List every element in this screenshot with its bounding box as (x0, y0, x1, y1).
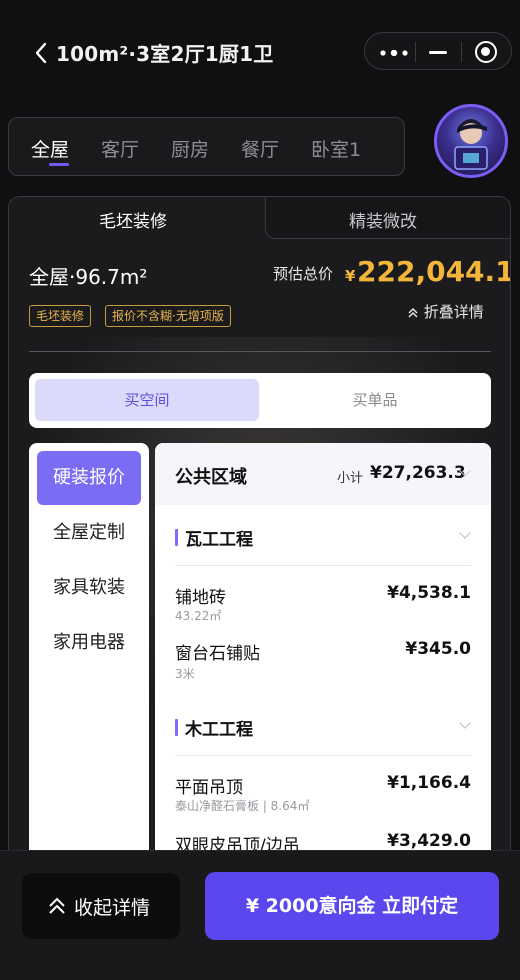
category-custom-furniture[interactable]: 全屋定制 (37, 506, 141, 560)
category-appliances[interactable]: 家用电器 (37, 616, 141, 670)
item-spec: 43.22㎡ (175, 609, 222, 623)
item-price: ¥3,429.0 (387, 831, 471, 851)
bottom-action-bar: 收起详情 ¥ 2000意向金 立即付定 (0, 850, 520, 980)
collapse-details-button[interactable]: 收起详情 (22, 873, 180, 939)
currency-symbol: ¥ (345, 267, 356, 285)
section-marker (175, 719, 178, 736)
capsule-divider (461, 42, 462, 62)
tab-fine-renovation[interactable]: 精装微改 (349, 207, 417, 232)
pay-deposit-button[interactable]: ¥ 2000意向金 立即付定 (205, 872, 499, 940)
section-title-carpentry: 木工工程 (185, 720, 253, 740)
segmented-control: 买空间 买单品 (29, 373, 491, 428)
category-menu: 硬装报价 全屋定制 家具软装 家用电器 (29, 443, 149, 895)
subtotal-value: ¥27,263.3 (370, 463, 466, 483)
miniprogram-capsule (364, 32, 512, 70)
page-title: 100m²·3室2厅1厨1卫 (56, 42, 274, 66)
tag-no-extra-fees: 报价不含糊·无增项版 (105, 305, 231, 327)
active-tab-underline (49, 163, 69, 166)
divider (29, 351, 491, 352)
room-tabs: 全屋 客厅 厨房 餐厅 卧室1 (8, 117, 405, 176)
tab-whole-house[interactable]: 全屋 (31, 135, 69, 162)
quote-detail-list: 公共区域 小计 ¥27,263.3 瓦工工程 铺地砖 43.22㎡ ¥4,538… (155, 443, 491, 895)
assistant-avatar[interactable] (434, 104, 508, 178)
estimate-label: 预估总价 (273, 265, 334, 283)
item-price: ¥4,538.1 (387, 583, 471, 603)
segment-buy-single[interactable]: 买单品 (265, 379, 485, 421)
fold-details-label: 折叠详情 (423, 303, 484, 321)
tag-rough: 毛坯装修 (29, 305, 92, 327)
tab-kitchen[interactable]: 厨房 (171, 135, 209, 162)
quote-panel: 毛坯装修 精装微改 全屋·96.7m² 预估总价 ¥ 222,044.1 毛坯装… (8, 196, 511, 896)
double-chevron-up-icon (49, 897, 65, 914)
area-label: 全屋·96.7m² (29, 265, 148, 289)
collapse-details-label: 收起详情 (74, 897, 151, 919)
nav-header: 100m²·3室2厅1厨1卫 (0, 28, 520, 78)
segment-buy-space[interactable]: 买空间 (35, 379, 259, 421)
item-name: 平面吊顶 (175, 778, 243, 798)
item-price: ¥345.0 (405, 639, 471, 659)
total-price: 222,044.1 (357, 255, 511, 288)
back-arrow-icon[interactable] (32, 40, 52, 66)
avatar-illustration-icon (454, 119, 488, 170)
item-name: 铺地砖 (175, 588, 226, 608)
double-chevron-up-icon (408, 307, 418, 318)
close-target-icon[interactable] (475, 41, 497, 63)
tab-bedroom-1[interactable]: 卧室1 (311, 135, 361, 162)
item-spec: 3米 (175, 667, 195, 681)
minimize-icon[interactable] (429, 51, 447, 54)
more-dots-icon[interactable] (379, 50, 409, 56)
section-divider (175, 565, 471, 566)
fold-details-toggle[interactable]: 折叠详情 (407, 301, 484, 322)
area-title: 公共区域 (175, 467, 247, 488)
category-hard-decoration[interactable]: 硬装报价 (37, 451, 141, 505)
category-soft-furnishing[interactable]: 家具软装 (37, 561, 141, 615)
chevron-down-icon[interactable] (459, 527, 471, 539)
section-divider (175, 755, 471, 756)
capsule-divider (415, 42, 416, 62)
chevron-down-icon[interactable] (459, 717, 471, 729)
section-title-tile: 瓦工工程 (185, 530, 253, 550)
item-name: 窗台石铺贴 (175, 644, 260, 664)
tab-rough-renovation[interactable]: 毛坯装修 (99, 207, 167, 232)
section-marker (175, 529, 178, 546)
item-price: ¥1,166.4 (387, 773, 471, 793)
item-spec: 泰山净醛石膏板 | 8.64㎡ (175, 799, 310, 813)
tab-living-room[interactable]: 客厅 (101, 135, 139, 162)
subtotal-label: 小计 (337, 471, 364, 486)
detail-header[interactable]: 公共区域 小计 ¥27,263.3 (155, 443, 491, 505)
tab-dining-room[interactable]: 餐厅 (241, 135, 279, 162)
